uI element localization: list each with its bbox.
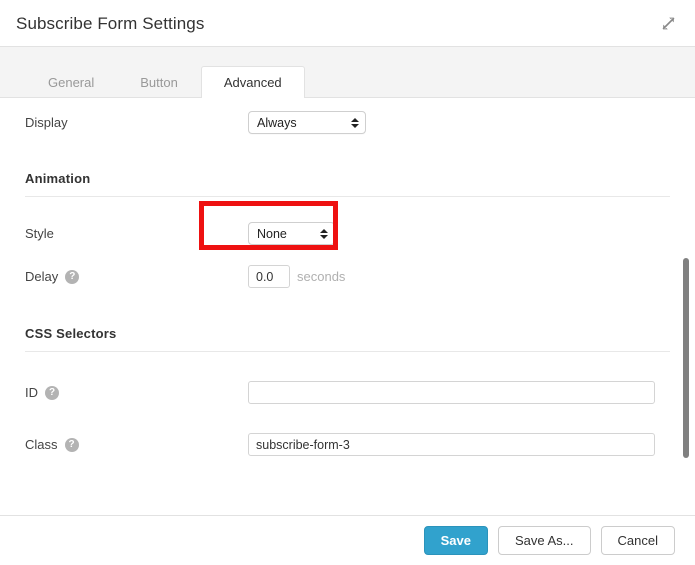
delay-label: Delay: [25, 269, 59, 284]
chevron-updown-icon: [350, 116, 359, 130]
display-select[interactable]: Always: [248, 111, 366, 134]
row-delay: Delay ? seconds: [25, 265, 670, 288]
delay-unit-label: seconds: [297, 269, 346, 284]
class-input[interactable]: [248, 433, 655, 456]
save-button[interactable]: Save: [423, 526, 488, 555]
row-class: Class ?: [25, 433, 670, 456]
save-as-button[interactable]: Save As...: [497, 526, 591, 555]
style-select[interactable]: None: [248, 222, 335, 245]
section-animation: Animation: [25, 171, 670, 197]
class-label: Class: [25, 437, 58, 452]
help-icon[interactable]: ?: [65, 269, 80, 284]
dialog-footer: Save Save As... Cancel: [0, 515, 695, 565]
id-input[interactable]: [248, 381, 655, 404]
tab-bar: General Button Advanced: [0, 47, 695, 98]
style-label-group: Style: [25, 226, 248, 241]
section-css-selectors: CSS Selectors: [25, 326, 670, 352]
vertical-scrollbar[interactable]: [682, 111, 690, 515]
settings-scroll-area: Display Always Animation Style None Dela…: [0, 98, 695, 515]
section-css-divider: [25, 351, 670, 352]
help-icon[interactable]: ?: [45, 385, 59, 400]
id-label: ID: [25, 385, 38, 400]
row-display: Display Always: [25, 111, 670, 134]
display-label-group: Display: [25, 115, 248, 130]
display-select-value: Always: [257, 115, 297, 130]
advanced-panel: Display Always Animation Style None Dela…: [0, 111, 695, 515]
help-icon[interactable]: ?: [64, 437, 79, 452]
settings-dialog: Subscribe Form Settings General Button A…: [0, 0, 695, 565]
id-label-group: ID ?: [25, 385, 248, 400]
delay-input[interactable]: [248, 265, 290, 288]
chevron-updown-icon: [319, 227, 328, 241]
style-label: Style: [25, 226, 54, 241]
row-style: Style None: [25, 222, 670, 245]
scrollbar-thumb[interactable]: [683, 258, 689, 458]
expand-arrows-icon[interactable]: [657, 12, 679, 34]
style-select-value: None: [257, 226, 287, 241]
class-label-group: Class ?: [25, 437, 248, 452]
tab-advanced[interactable]: Advanced: [200, 66, 305, 98]
cancel-button[interactable]: Cancel: [600, 526, 675, 555]
row-id: ID ?: [25, 381, 670, 404]
section-css-title: CSS Selectors: [25, 326, 117, 341]
display-label: Display: [25, 115, 68, 130]
dialog-titlebar: Subscribe Form Settings: [0, 0, 695, 47]
section-animation-divider: [25, 196, 670, 197]
section-animation-title: Animation: [25, 171, 91, 186]
tab-general[interactable]: General: [25, 66, 117, 98]
page-title: Subscribe Form Settings: [16, 13, 205, 33]
delay-label-group: Delay ?: [25, 269, 248, 284]
tab-button[interactable]: Button: [117, 66, 201, 98]
